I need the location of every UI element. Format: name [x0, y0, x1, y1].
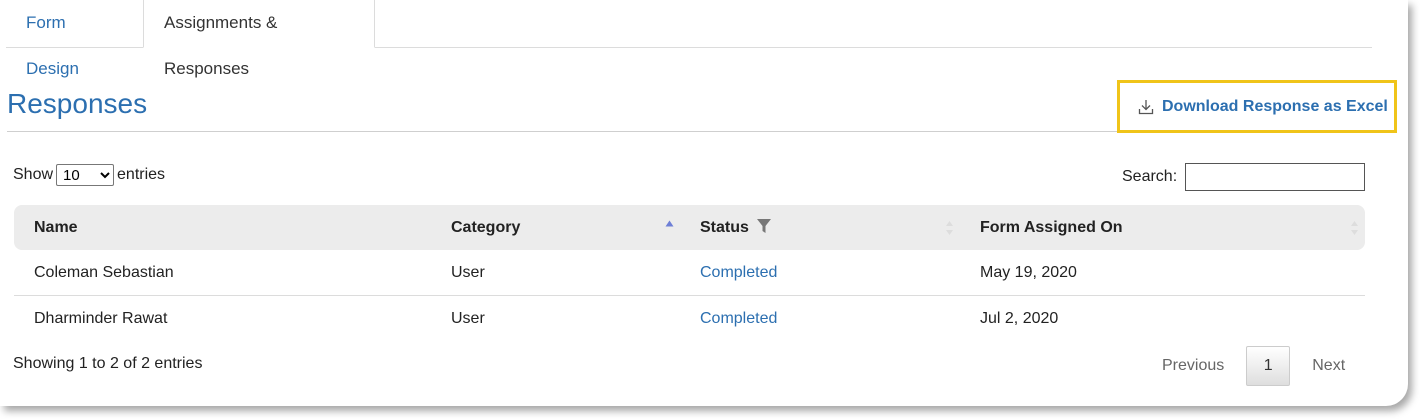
- page-button-current[interactable]: 1: [1246, 346, 1291, 386]
- status-link[interactable]: Completed: [700, 310, 777, 327]
- column-header-category[interactable]: Category: [431, 205, 680, 250]
- sort-both-icon: [1351, 221, 1358, 235]
- search-input[interactable]: [1185, 163, 1366, 191]
- cell-assigned-on: May 19, 2020: [960, 250, 1365, 296]
- length-control: Show 10 entries: [13, 164, 165, 186]
- download-excel-link[interactable]: Download Response as Excel: [1138, 96, 1388, 118]
- pagination: Previous 1 Next: [1146, 345, 1361, 387]
- column-header-label: Name: [34, 218, 78, 236]
- cell-category: User: [431, 250, 680, 296]
- cell-name: Dharminder Rawat: [34, 309, 168, 327]
- table-row: Coleman Sebastian User Completed May 19,…: [14, 250, 1365, 296]
- filter-icon[interactable]: [756, 218, 772, 234]
- tab-bar: Form Design Assignments & Responses: [6, 0, 1372, 78]
- cell-status: Completed: [680, 296, 960, 342]
- sort-ascending-icon: [665, 220, 674, 227]
- next-button[interactable]: Next: [1296, 357, 1361, 375]
- show-label: Show: [13, 166, 54, 183]
- download-icon: [1138, 99, 1154, 115]
- column-header-status[interactable]: Status: [680, 205, 960, 250]
- download-label: Download Response as Excel: [1162, 98, 1388, 115]
- entries-select[interactable]: 10: [56, 164, 115, 186]
- column-header-label: Category: [451, 218, 521, 236]
- cell-name: Coleman Sebastian: [14, 250, 431, 296]
- cell-assigned-on: Jul 2, 2020: [980, 309, 1059, 327]
- cell-category: User: [451, 309, 485, 327]
- form-card: Form Design Assignments & Responses Resp…: [0, 0, 1408, 406]
- table-header-row: Name Category Status Form Assigned On: [14, 205, 1365, 250]
- responses-table: Name Category Status Form Assigned On Co…: [14, 205, 1365, 341]
- column-header-name[interactable]: Name: [14, 205, 431, 250]
- sort-both-icon: [946, 221, 953, 235]
- search-control: Search:: [1122, 163, 1366, 191]
- previous-button[interactable]: Previous: [1146, 357, 1240, 375]
- table-row: Dharminder Rawat User Completed Jul 2, 2…: [14, 296, 1365, 342]
- search-label: Search:: [1122, 168, 1178, 185]
- table-info: Showing 1 to 2 of 2 entries: [13, 355, 203, 372]
- status-link[interactable]: Completed: [700, 264, 777, 281]
- page-title: Responses: [7, 88, 148, 119]
- entries-label: entries: [117, 166, 166, 183]
- column-header-assigned-on[interactable]: Form Assigned On: [960, 205, 1365, 250]
- tab-assignments-responses[interactable]: Assignments & Responses: [143, 0, 375, 78]
- cell-status: Completed: [680, 250, 960, 296]
- column-header-label: Status: [700, 219, 749, 236]
- tab-form-design[interactable]: Form Design: [6, 0, 140, 78]
- column-header-label: Form Assigned On: [980, 218, 1123, 236]
